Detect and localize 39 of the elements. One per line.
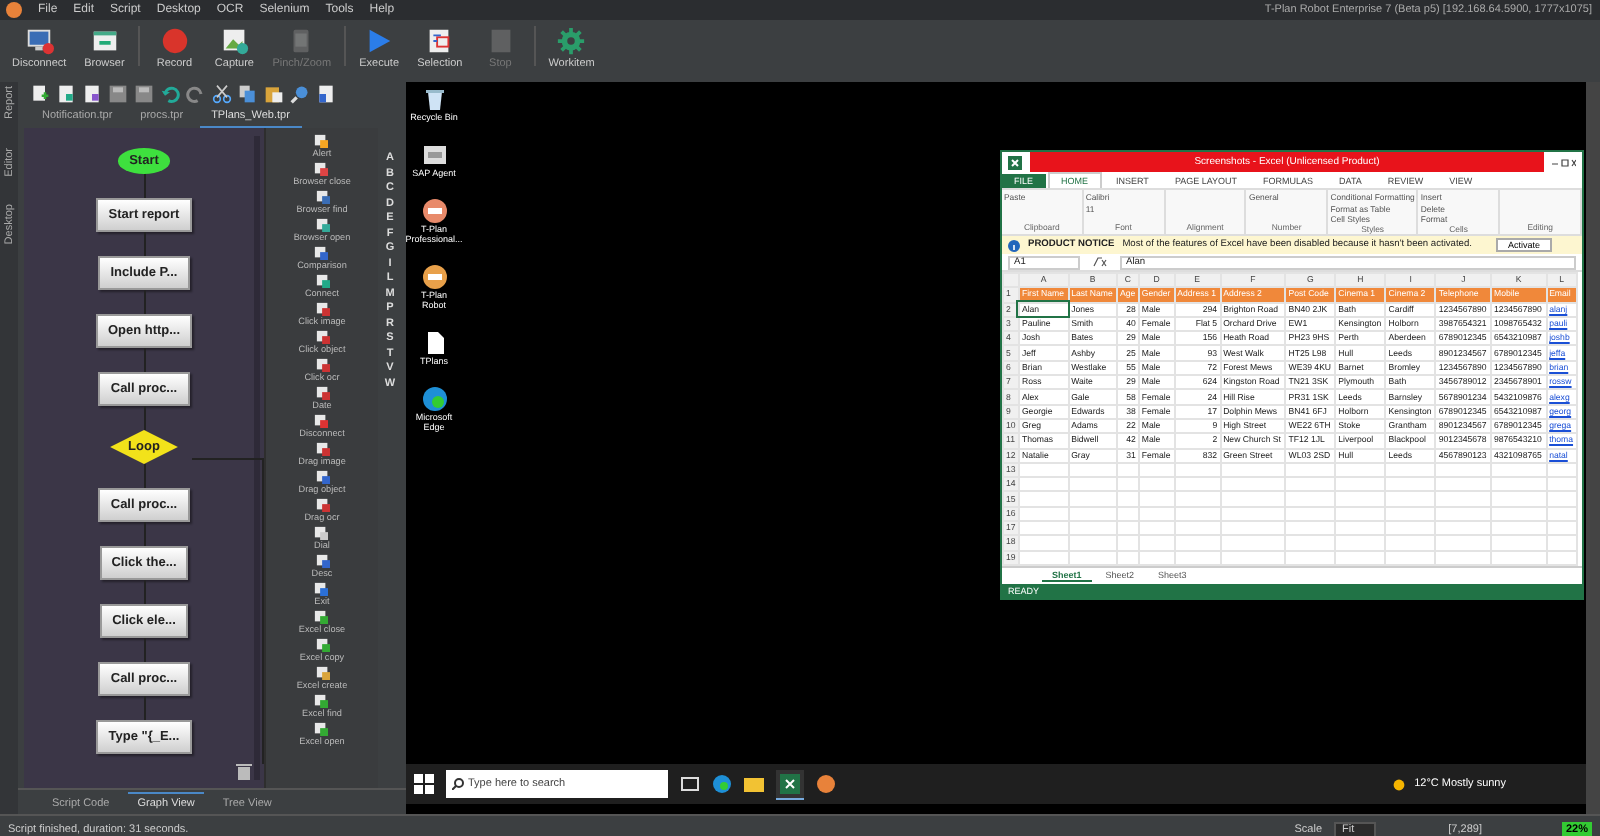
- app-logo-icon: [6, 2, 22, 18]
- spreadsheet-app-icon: [1008, 155, 1022, 169]
- paste-icon[interactable]: [264, 83, 284, 103]
- copy-icon[interactable]: [238, 83, 258, 103]
- trash-icon[interactable]: [236, 762, 252, 780]
- undo-icon[interactable]: [160, 83, 180, 103]
- function-icon[interactable]: [1092, 256, 1108, 268]
- task-view-icon[interactable]: [680, 774, 700, 794]
- document-icon[interactable]: [82, 83, 102, 103]
- cut-icon[interactable]: [212, 83, 232, 103]
- info-icon: [1008, 239, 1020, 251]
- edge-icon[interactable]: [712, 774, 732, 794]
- sun-icon: [1390, 775, 1409, 793]
- document-icon[interactable]: [316, 83, 336, 103]
- document-icon[interactable]: [56, 83, 76, 103]
- play-icon: [364, 26, 395, 56]
- record-icon: [159, 26, 190, 56]
- robot-app-icon[interactable]: [816, 774, 836, 794]
- browser-icon: [89, 26, 120, 56]
- capture-icon: [219, 26, 250, 56]
- search-icon: [452, 778, 464, 790]
- folder-icon[interactable]: [744, 774, 764, 794]
- scrollbar[interactable]: [1586, 82, 1600, 814]
- redo-icon[interactable]: [186, 83, 206, 103]
- spreadsheet-app-icon[interactable]: [776, 769, 804, 799]
- recycle-bin-icon: [421, 86, 447, 112]
- edge-icon: [421, 386, 447, 412]
- app-icon: [421, 142, 447, 168]
- save-icon[interactable]: [134, 83, 154, 103]
- app-icon: [421, 198, 447, 224]
- selection-icon: [424, 26, 455, 56]
- disconnect-icon: [24, 26, 55, 56]
- search-icon[interactable]: [290, 83, 310, 103]
- app-icon: [421, 264, 447, 290]
- window-controls-icon[interactable]: [1552, 157, 1576, 167]
- windows-logo-icon[interactable]: [414, 774, 434, 794]
- new-file-icon[interactable]: [30, 83, 50, 103]
- save-icon[interactable]: [108, 83, 128, 103]
- gear-icon: [556, 26, 587, 56]
